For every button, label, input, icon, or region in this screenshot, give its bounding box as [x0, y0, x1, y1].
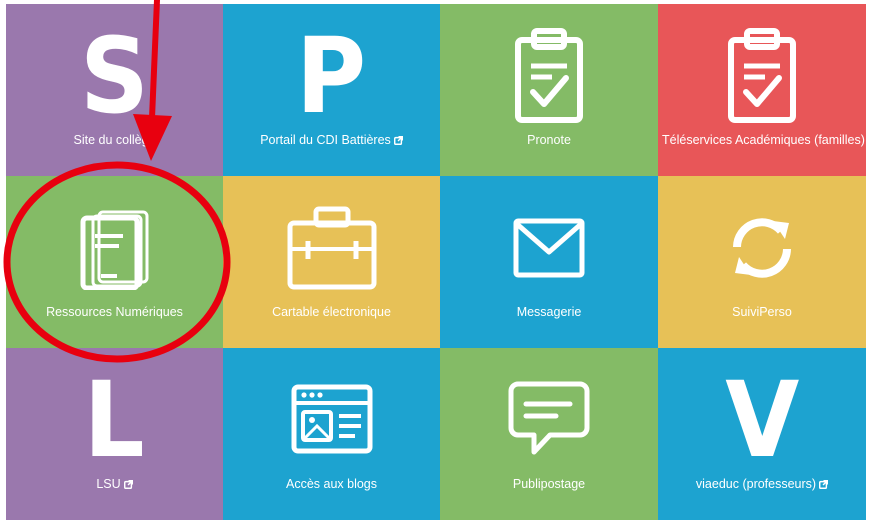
letter-v-icon: V: [724, 359, 800, 481]
tile-label: Site du collège: [73, 133, 156, 147]
letter-l-icon: L: [84, 359, 145, 481]
briefcase-icon: [223, 194, 440, 302]
letter-p-icon: P: [296, 15, 367, 137]
clipboard-check-icon: [658, 22, 866, 130]
tile-lsu[interactable]: L LSU: [6, 348, 223, 520]
tile-label: Accès aux blogs: [285, 477, 378, 491]
tile-viaeduc[interactable]: V viaeduc (professeurs): [658, 348, 866, 520]
tile-label: LSU: [10, 476, 219, 492]
tile-ressources-numeriques[interactable]: Ressources Numériques: [6, 176, 223, 348]
book-icon: [6, 194, 223, 302]
tile-acces-aux-blogs[interactable]: Accès aux blogs: [223, 348, 440, 520]
tile-label: Cartable électronique: [272, 305, 391, 319]
tile-label: viaeduc (professeurs): [662, 476, 862, 492]
tile-teleservices[interactable]: Téléservices Académiques (familles): [658, 4, 866, 176]
tile-label: Téléservices Académiques (familles): [662, 133, 865, 147]
clipboard-check-icon: [440, 22, 658, 130]
tile-label: Publipostage: [512, 477, 586, 491]
sync-icon: [658, 194, 866, 302]
tile-label: Portail du CDI Battières: [227, 132, 436, 148]
tile-suiviperso[interactable]: SuiviPerso: [658, 176, 866, 348]
tile-label: Ressources Numériques: [46, 305, 183, 319]
app-tile-grid: S Site du collège P Portail du CDI Batti…: [6, 4, 866, 520]
browser-window-icon: [223, 366, 440, 474]
tile-cartable-electronique[interactable]: Cartable électronique: [223, 176, 440, 348]
tile-publipostage[interactable]: Publipostage: [440, 348, 658, 520]
tile-messagerie[interactable]: Messagerie: [440, 176, 658, 348]
letter-s-icon: S: [80, 15, 149, 137]
external-link-icon: [819, 480, 829, 489]
external-link-icon: [123, 480, 133, 489]
tile-pronote[interactable]: Pronote: [440, 4, 658, 176]
external-link-icon: [393, 136, 403, 145]
tile-portail-cdi[interactable]: P Portail du CDI Battières: [223, 4, 440, 176]
envelope-icon: [440, 194, 658, 302]
speech-bubble-icon: [440, 366, 658, 474]
tile-label: SuiviPerso: [732, 305, 792, 319]
tile-label: Messagerie: [516, 305, 582, 319]
tile-site-du-college[interactable]: S Site du collège: [6, 4, 223, 176]
tile-label: Pronote: [527, 133, 571, 147]
